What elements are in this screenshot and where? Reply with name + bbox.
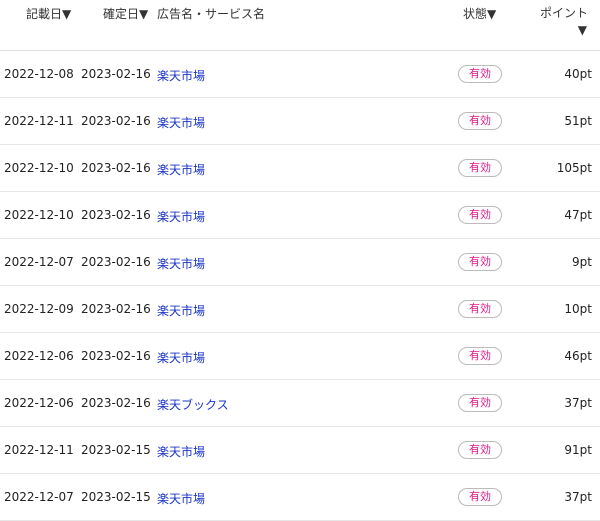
points-value: 37pt [564, 490, 592, 504]
points-value: 40pt [564, 67, 592, 81]
recorded-date: 2022-12-11 [4, 114, 74, 128]
status-badge: 有効 [458, 112, 502, 130]
sort-confirmed-date-header[interactable]: 確定日▼ [103, 5, 148, 22]
ad-name-link[interactable]: 楽天市場 [157, 67, 205, 84]
table-header: 記載日▼ 確定日▼ 広告名・サービス名 状態▼ ポイント ▼ [0, 0, 600, 51]
table-row: 2022-12-09 2023-02-16 楽天市場 有効 10pt [0, 286, 600, 333]
confirmed-date: 2023-02-16 [81, 302, 151, 316]
status-badge: 有効 [458, 253, 502, 271]
ad-name-link[interactable]: 楽天市場 [157, 208, 205, 225]
points-value: 47pt [564, 208, 592, 222]
confirmed-date: 2023-02-16 [81, 396, 151, 410]
recorded-date: 2022-12-10 [4, 161, 74, 175]
confirmed-date: 2023-02-15 [81, 443, 151, 457]
table-row: 2022-12-07 2023-02-16 楽天市場 有効 9pt [0, 239, 600, 286]
status-badge: 有効 [458, 300, 502, 318]
confirmed-date: 2023-02-16 [81, 349, 151, 363]
ad-name-link[interactable]: 楽天市場 [157, 255, 205, 272]
ad-name-link[interactable]: 楽天市場 [157, 161, 205, 178]
table-row: 2022-12-07 2023-02-15 楽天市場 有効 37pt [0, 474, 600, 521]
recorded-date: 2022-12-07 [4, 255, 74, 269]
confirmed-date: 2023-02-16 [81, 208, 151, 222]
ad-name-header: 広告名・サービス名 [157, 7, 266, 21]
ad-name-link[interactable]: 楽天市場 [157, 443, 205, 460]
confirmed-date: 2023-02-16 [81, 161, 151, 175]
recorded-date: 2022-12-06 [4, 396, 74, 410]
points-value: 105pt [556, 161, 592, 175]
history-table-body: 2022-12-08 2023-02-16 楽天市場 有効 40pt 2022-… [0, 51, 600, 521]
sort-points-header[interactable]: ポイント ▼ [540, 5, 588, 39]
ad-name-link[interactable]: 楽天市場 [157, 114, 205, 131]
confirmed-date: 2023-02-16 [81, 114, 151, 128]
table-row: 2022-12-06 2023-02-16 楽天ブックス 有効 37pt [0, 380, 600, 427]
recorded-date: 2022-12-10 [4, 208, 74, 222]
table-row: 2022-12-10 2023-02-16 楽天市場 有効 47pt [0, 192, 600, 239]
recorded-date: 2022-12-08 [4, 67, 74, 81]
table-row: 2022-12-08 2023-02-16 楽天市場 有効 40pt [0, 51, 600, 98]
points-value: 51pt [564, 114, 592, 128]
sort-recorded-date-header[interactable]: 記載日▼ [26, 5, 71, 22]
points-value: 37pt [564, 396, 592, 410]
points-value: 9pt [572, 255, 592, 269]
status-badge: 有効 [458, 441, 502, 459]
ad-name-link[interactable]: 楽天市場 [157, 302, 205, 319]
recorded-date: 2022-12-07 [4, 490, 74, 504]
points-value: 10pt [564, 302, 592, 316]
confirmed-date: 2023-02-15 [81, 490, 151, 504]
table-row: 2022-12-11 2023-02-16 楽天市場 有効 51pt [0, 98, 600, 145]
table-row: 2022-12-06 2023-02-16 楽天市場 有効 46pt [0, 333, 600, 380]
recorded-date: 2022-12-09 [4, 302, 74, 316]
sort-status-header[interactable]: 状態▼ [463, 5, 496, 22]
ad-name-link[interactable]: 楽天市場 [157, 349, 205, 366]
status-badge: 有効 [458, 65, 502, 83]
table-row: 2022-12-11 2023-02-15 楽天市場 有効 91pt [0, 427, 600, 474]
points-value: 46pt [564, 349, 592, 363]
table-row: 2022-12-10 2023-02-16 楽天市場 有効 105pt [0, 145, 600, 192]
status-badge: 有効 [458, 347, 502, 365]
confirmed-date: 2023-02-16 [81, 67, 151, 81]
sort-arrow-icon: ▼ [577, 23, 587, 37]
points-header-label: ポイント [539, 6, 588, 20]
ad-name-link[interactable]: 楽天ブックス [157, 396, 229, 413]
status-badge: 有効 [458, 488, 502, 506]
ad-name-link[interactable]: 楽天市場 [157, 490, 205, 507]
status-badge: 有効 [458, 394, 502, 412]
recorded-date: 2022-12-06 [4, 349, 74, 363]
status-badge: 有効 [458, 159, 502, 177]
confirmed-date: 2023-02-16 [81, 255, 151, 269]
status-badge: 有効 [458, 206, 502, 224]
recorded-date: 2022-12-11 [4, 443, 74, 457]
points-value: 91pt [564, 443, 592, 457]
